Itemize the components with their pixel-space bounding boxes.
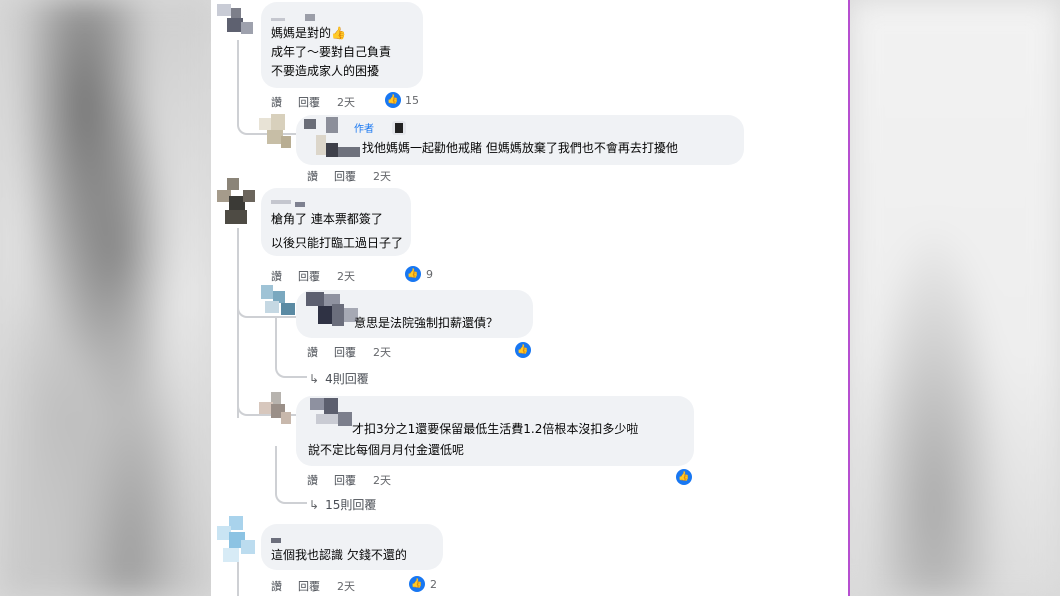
- comment-bubble: 意思是法院強制扣薪還債？: [296, 290, 533, 338]
- like-reaction-icon[interactable]: 👍: [385, 92, 401, 108]
- avatar[interactable]: [217, 4, 253, 36]
- comment-text: 媽媽是對的👍: [271, 26, 346, 40]
- avatar[interactable]: [261, 285, 295, 317]
- like-count[interactable]: 15: [405, 94, 419, 107]
- comment-bubble: 媽媽是對的👍 成年了～要對自己負責 不要造成家人的困擾: [261, 2, 423, 88]
- blurred-username: [318, 306, 332, 324]
- timestamp[interactable]: 2天: [337, 578, 355, 594]
- author-badge: 作者: [354, 124, 374, 135]
- blurred-username: [295, 202, 305, 207]
- comment-actions: 讚 回覆 2天: [307, 472, 507, 488]
- comment-text: 成年了～要對自己負責: [271, 45, 392, 59]
- like-button[interactable]: 讚: [271, 268, 282, 284]
- comment-bubble: 作者 找他媽媽一起勸他戒賭 但媽媽放棄了我們也不會再去打擾他: [296, 115, 744, 165]
- reply-button[interactable]: 回覆: [334, 344, 356, 360]
- like-reaction-icon[interactable]: 👍: [676, 469, 692, 485]
- comment-text: 說不定比每個月月付金還低呢: [308, 443, 465, 457]
- blurred-username[interactable]: [271, 18, 285, 21]
- reply-arrow-icon: ↳: [309, 498, 320, 512]
- blurred-username[interactable]: [271, 538, 281, 543]
- author-avatar-icon: [395, 123, 403, 133]
- comment-bubble: 槍角了 連本票都簽了 以後只能打臨工過日子了: [261, 188, 411, 256]
- comment-text: 這個我也認識 欠錢不還的: [271, 548, 407, 562]
- comment-text: 意思是法院強制扣薪還債？: [354, 316, 499, 330]
- blurred-username: [324, 398, 338, 414]
- blurred-username: [316, 414, 338, 424]
- blurred-username: [305, 14, 315, 21]
- view-more-replies-link[interactable]: ↳ 4則回覆: [309, 370, 369, 387]
- comment-actions: 讚 回覆 2天: [271, 268, 471, 284]
- like-count[interactable]: 9: [426, 268, 433, 281]
- comment-actions: 讚 回覆 2天: [271, 578, 471, 594]
- comment-bubble: 這個我也認識 欠錢不還的: [261, 524, 443, 570]
- like-reaction-icon[interactable]: 👍: [515, 342, 531, 358]
- blurred-username: [316, 135, 326, 155]
- avatar[interactable]: [217, 516, 255, 562]
- like-reaction-icon[interactable]: 👍: [405, 266, 421, 282]
- thread-line: [237, 560, 239, 596]
- like-button[interactable]: 讚: [307, 472, 318, 488]
- reply-button[interactable]: 回覆: [298, 578, 320, 594]
- blurred-username: [332, 304, 344, 326]
- reply-button[interactable]: 回覆: [334, 472, 356, 488]
- timestamp[interactable]: 2天: [373, 344, 391, 360]
- thread-line: [237, 228, 239, 418]
- blurred-username[interactable]: [306, 292, 324, 306]
- purple-divider: [848, 0, 850, 596]
- comment-actions: 讚 回覆 2天: [307, 168, 507, 184]
- reply-button[interactable]: 回覆: [298, 268, 320, 284]
- timestamp[interactable]: 2天: [337, 268, 355, 284]
- timestamp[interactable]: 2天: [373, 472, 391, 488]
- comment-text: 槍角了 連本票都簽了: [271, 212, 383, 226]
- avatar[interactable]: [259, 392, 291, 426]
- reply-button[interactable]: 回覆: [334, 168, 356, 184]
- blurred-username: [326, 117, 338, 133]
- comment-text: 才扣3分之1還要保留最低生活費1.2倍根本沒扣多少啦: [352, 422, 639, 436]
- timestamp[interactable]: 2天: [373, 168, 391, 184]
- avatar[interactable]: [259, 114, 291, 148]
- reply-arrow-icon: ↳: [309, 372, 320, 386]
- comments-panel: 媽媽是對的👍 成年了～要對自己負責 不要造成家人的困擾 讚 回覆 2天 👍 15…: [211, 0, 848, 596]
- more-replies-label: 4則回覆: [325, 372, 369, 386]
- reply-button[interactable]: 回覆: [298, 94, 320, 110]
- like-reaction-icon[interactable]: 👍: [409, 576, 425, 592]
- blurred-username: [326, 143, 338, 157]
- like-button[interactable]: 讚: [307, 344, 318, 360]
- blurred-background-right: [850, 0, 1060, 596]
- comment-actions: 讚 回覆 2天: [271, 94, 471, 110]
- blurred-username[interactable]: [304, 119, 316, 129]
- blurred-username: [338, 412, 352, 426]
- like-button[interactable]: 讚: [271, 94, 282, 110]
- comment-actions: 讚 回覆 2天: [307, 344, 507, 360]
- view-more-replies-link[interactable]: ↳ 15則回覆: [309, 496, 376, 513]
- comment-bubble: 才扣3分之1還要保留最低生活費1.2倍根本沒扣多少啦 說不定比每個月月付金還低呢: [296, 396, 694, 466]
- blurred-username: [338, 147, 360, 157]
- blurred-username[interactable]: [271, 200, 291, 204]
- comment-text: 找他媽媽一起勸他戒賭 但媽媽放棄了我們也不會再去打擾他: [362, 141, 678, 155]
- comment-text: 不要造成家人的困擾: [271, 64, 380, 78]
- timestamp[interactable]: 2天: [337, 94, 355, 110]
- blurred-background-left: [0, 0, 212, 596]
- like-button[interactable]: 讚: [271, 578, 282, 594]
- blurred-username[interactable]: [310, 398, 324, 410]
- avatar[interactable]: [217, 178, 255, 224]
- comment-text: 以後只能打臨工過日子了: [271, 236, 404, 250]
- like-count[interactable]: 2: [430, 578, 437, 591]
- like-button[interactable]: 讚: [307, 168, 318, 184]
- more-replies-label: 15則回覆: [325, 498, 377, 512]
